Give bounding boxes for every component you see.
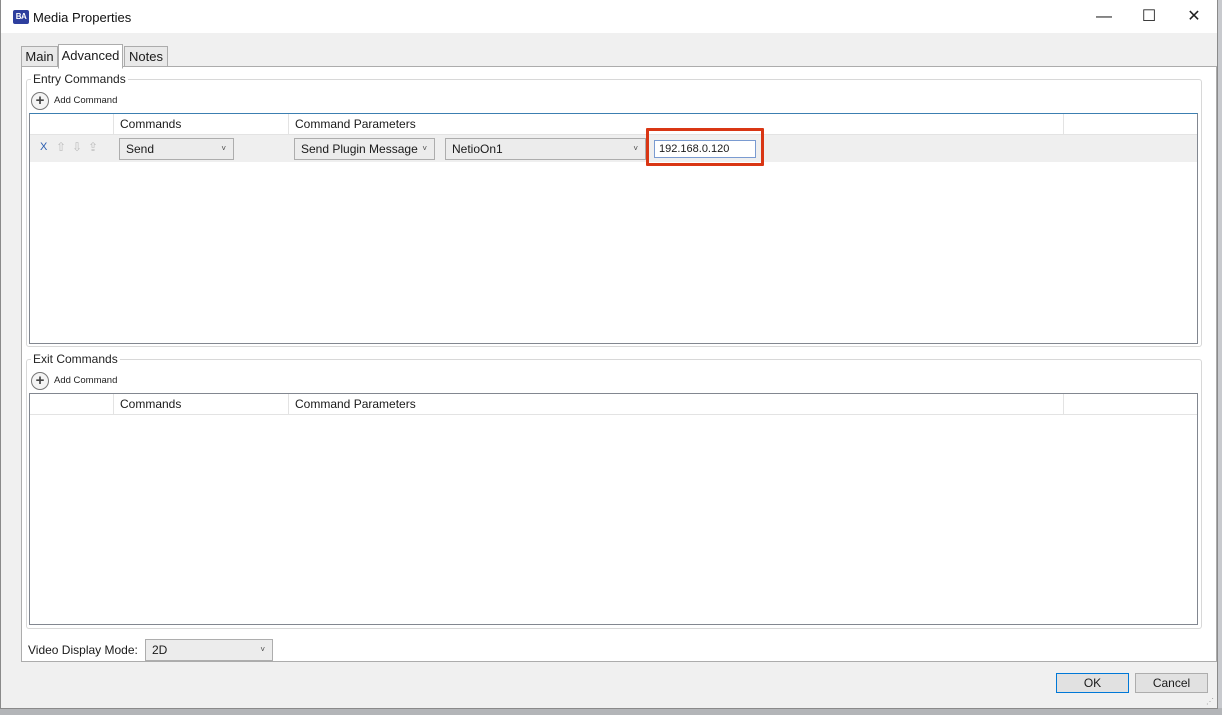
move-down-icon[interactable]: ⇩ (72, 140, 82, 154)
command-dropdown[interactable]: Send ˅ (119, 138, 234, 160)
table-row[interactable]: X ⇧ ⇩ ⇪ Send ˅ Send Plugin Message ˅ Net… (30, 135, 1197, 162)
column-header-extra (1063, 394, 1197, 414)
add-circle-icon: + (31, 372, 49, 390)
maximize-button[interactable]: ☐ (1126, 0, 1172, 33)
tab-notes[interactable]: Notes (124, 46, 168, 68)
parameter-type-value: Send Plugin Message (301, 142, 418, 156)
add-circle-icon: + (31, 92, 49, 110)
exit-commands-group: Exit Commands + Add Command Commands Com… (26, 352, 1202, 629)
add-command-label: Add Command (54, 95, 118, 106)
entry-add-command-button[interactable]: + Add Command (31, 91, 131, 111)
column-header-extra (1063, 114, 1197, 134)
exit-add-command-button[interactable]: + Add Command (31, 371, 131, 391)
delete-row-button[interactable]: X (40, 141, 47, 153)
close-button[interactable]: ✕ (1171, 0, 1217, 33)
tab-main[interactable]: Main (21, 46, 58, 68)
move-up-icon[interactable]: ⇧ (56, 140, 66, 154)
app-logo-icon: BA (13, 10, 29, 24)
entry-commands-group: Entry Commands + Add Command Commands Co… (26, 72, 1202, 347)
resize-grip-icon[interactable]: ⋰ (1206, 697, 1214, 706)
plugin-dropdown[interactable]: NetioOn1 ˅ (445, 138, 646, 160)
table-header: Commands Command Parameters (30, 394, 1197, 415)
chevron-down-icon: ˅ (221, 144, 226, 153)
cancel-button[interactable]: Cancel (1135, 673, 1208, 693)
highlight-annotation (646, 128, 764, 166)
advanced-tab-panel: Entry Commands + Add Command Commands Co… (21, 66, 1217, 662)
ok-button[interactable]: OK (1056, 673, 1129, 693)
entry-commands-table: Commands Command Parameters X ⇧ ⇩ ⇪ Send… (29, 113, 1198, 344)
column-header-commands: Commands (113, 114, 288, 134)
title-bar[interactable]: BA Media Properties — ☐ ✕ (1, 0, 1217, 33)
chevron-down-icon: ˅ (260, 645, 265, 654)
chevron-down-icon: ˅ (422, 144, 427, 153)
column-header-commands: Commands (113, 394, 288, 414)
video-display-mode-dropdown[interactable]: 2D ˅ (145, 639, 273, 661)
command-value: Send (126, 142, 155, 156)
plugin-value: NetioOn1 (452, 142, 503, 156)
minimize-button[interactable]: — (1081, 0, 1127, 33)
move-top-icon[interactable]: ⇪ (88, 140, 98, 154)
media-properties-dialog: BA Media Properties — ☐ ✕ Main Advanced … (0, 0, 1218, 709)
chevron-down-icon: ˅ (633, 144, 638, 153)
video-display-mode-label: Video Display Mode: (28, 643, 138, 657)
column-header-parameters: Command Parameters (288, 394, 1063, 414)
parameter-type-dropdown[interactable]: Send Plugin Message ˅ (294, 138, 435, 160)
window-title: Media Properties (33, 10, 132, 25)
entry-commands-legend: Entry Commands (31, 72, 128, 86)
exit-commands-table: Commands Command Parameters (29, 393, 1198, 625)
tab-advanced[interactable]: Advanced (58, 44, 123, 69)
video-display-mode-value: 2D (152, 643, 168, 657)
add-command-label: Add Command (54, 375, 118, 386)
exit-commands-legend: Exit Commands (31, 352, 120, 366)
table-header: Commands Command Parameters (30, 114, 1197, 135)
